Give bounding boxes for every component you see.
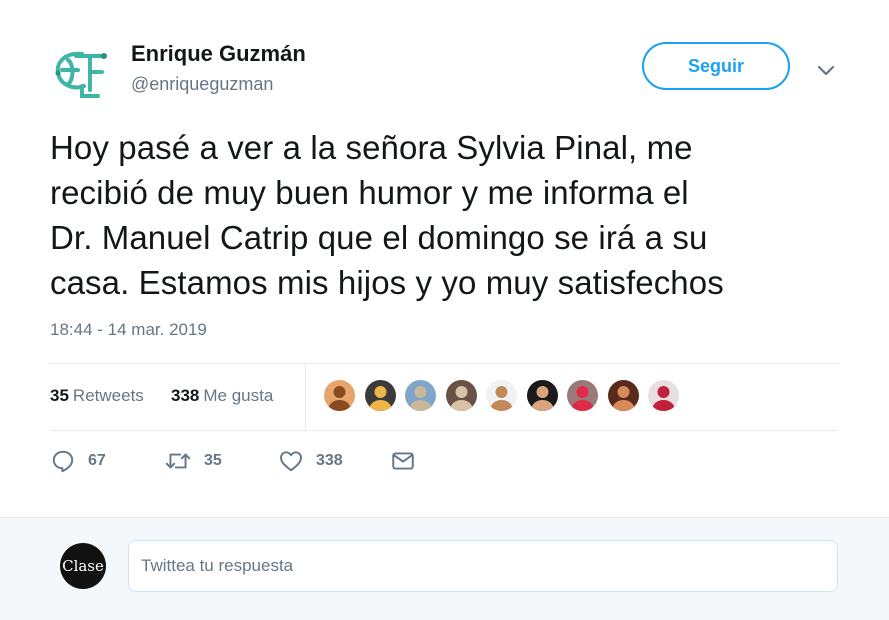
divider (50, 430, 838, 431)
retweets-count: 35 (50, 386, 69, 405)
liker-avatar-icon[interactable] (443, 378, 479, 413)
reply-button[interactable]: 67 (50, 448, 106, 474)
tweet-timestamp[interactable]: 18:44 - 14 mar. 2019 (50, 320, 207, 340)
tweet-text-line: recibió de muy buen humor y me informa e… (50, 174, 689, 211)
reply-icon (52, 450, 74, 473)
stats-row: 35 Retweets 338 Me gusta (50, 364, 838, 430)
likes-count: 338 (171, 386, 200, 405)
liker-avatar-icon[interactable] (524, 378, 560, 413)
retweets-label: Retweets (72, 386, 144, 405)
liker-avatar-icon[interactable] (362, 378, 398, 413)
heart-icon (280, 451, 302, 472)
retweet-icon (165, 453, 191, 469)
user-handle[interactable]: @enriqueguzman (131, 74, 273, 95)
direct-message-button[interactable] (390, 448, 416, 474)
like-button[interactable]: 338 (278, 448, 343, 474)
liker-avatar-icon[interactable] (322, 378, 357, 413)
tweet-text: Hoy pasé a ver a la señora Sylvia Pinal,… (50, 125, 850, 305)
likes-label: Me gusta (203, 386, 274, 405)
reply-input[interactable] (128, 540, 838, 592)
retweet-button[interactable]: 35 (164, 448, 222, 474)
tweet-text-line: Hoy pasé a ver a la señora Sylvia Pinal,… (50, 129, 693, 166)
tweet-text-line: Dr. Manuel Catrip que el domingo se irá … (50, 219, 708, 256)
chevron-down-icon[interactable] (814, 58, 838, 82)
tweet-card: Enrique Guzmán @enriqueguzman Seguir Hoy… (0, 0, 889, 517)
liker-avatar-icon[interactable] (646, 378, 681, 413)
reply-bar: Clase (0, 517, 889, 620)
eg-monogram-logo-icon[interactable] (48, 40, 112, 104)
current-user-avatar[interactable]: Clase (60, 543, 106, 589)
envelope-icon (392, 452, 414, 470)
follow-button[interactable]: Seguir (642, 42, 790, 90)
liker-avatar-icon[interactable] (565, 378, 600, 413)
retweet-count: 35 (204, 452, 222, 469)
stats-separator (305, 364, 306, 430)
retweets-stat[interactable]: 35 Retweets (50, 386, 144, 406)
liker-avatar-icon[interactable] (403, 378, 438, 413)
like-count: 338 (316, 452, 343, 469)
liker-avatar-icon[interactable] (605, 378, 641, 413)
user-name[interactable]: Enrique Guzmán (131, 41, 306, 67)
liker-avatar-icon[interactable] (484, 378, 519, 413)
likes-stat[interactable]: 338 Me gusta (171, 386, 273, 406)
tweet-actions: 67 35 338 (50, 448, 838, 478)
reply-count: 67 (88, 452, 106, 469)
tweet-text-line: casa. Estamos mis hijos y yo muy satisfe… (50, 264, 724, 301)
